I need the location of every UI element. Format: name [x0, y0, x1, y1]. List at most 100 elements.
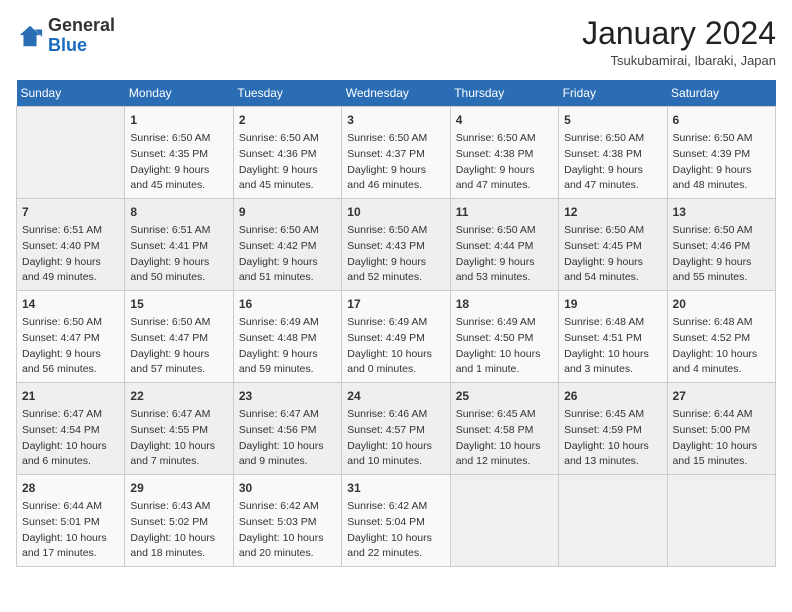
calendar-week-row: 21Sunrise: 6:47 AMSunset: 4:54 PMDayligh… — [17, 383, 776, 475]
sunset-text: Sunset: 5:02 PM — [130, 515, 227, 531]
calendar-cell: 3Sunrise: 6:50 AMSunset: 4:37 PMDaylight… — [342, 107, 450, 199]
day-number: 29 — [130, 479, 227, 497]
sunrise-text: Sunrise: 6:47 AM — [22, 407, 119, 423]
day-number: 17 — [347, 295, 444, 313]
sunrise-text: Sunrise: 6:50 AM — [239, 223, 336, 239]
daylight-text: Daylight: 10 hours and 15 minutes. — [673, 439, 770, 471]
sunset-text: Sunset: 4:44 PM — [456, 239, 553, 255]
day-number: 30 — [239, 479, 336, 497]
daylight-text: Daylight: 9 hours and 59 minutes. — [239, 347, 336, 379]
sunrise-text: Sunrise: 6:50 AM — [22, 315, 119, 331]
day-number: 10 — [347, 203, 444, 221]
calendar-cell: 28 Sunrise: 6:44 AMSunset: 5:01 PMDayligh… — [17, 475, 125, 567]
daylight-text: Daylight: 10 hours and 12 minutes. — [456, 439, 553, 471]
header-cell-sunday: Sunday — [17, 80, 125, 107]
sunset-text: Sunset: 4:49 PM — [347, 331, 444, 347]
calendar-cell: 20Sunrise: 6:48 AMSunset: 4:52 PMDayligh… — [667, 291, 775, 383]
sunrise-text: Sunrise: 6:50 AM — [239, 131, 336, 147]
calendar-header-row: SundayMondayTuesdayWednesdayThursdayFrid… — [17, 80, 776, 107]
calendar-cell: 7Sunrise: 6:51 AMSunset: 4:40 PMDaylight… — [17, 199, 125, 291]
sunset-text: Sunset: 4:55 PM — [130, 423, 227, 439]
sunset-text: Sunset: 4:43 PM — [347, 239, 444, 255]
daylight-text: Daylight: 10 hours and 10 minutes. — [347, 439, 444, 471]
day-number: 16 — [239, 295, 336, 313]
daylight-text: Daylight: 10 hours and 22 minutes. — [347, 531, 444, 563]
daylight-text: Daylight: 10 hours and 17 minutes. — [22, 531, 119, 563]
header-cell-saturday: Saturday — [667, 80, 775, 107]
day-number: 25 — [456, 387, 553, 405]
location-subtitle: Tsukubamirai, Ibaraki, Japan — [582, 53, 776, 68]
daylight-text: Daylight: 9 hours and 47 minutes. — [564, 163, 661, 195]
calendar-cell: 14Sunrise: 6:50 AMSunset: 4:47 PMDayligh… — [17, 291, 125, 383]
day-number: 15 — [130, 295, 227, 313]
sunset-text: Sunset: 4:52 PM — [673, 331, 770, 347]
header-cell-friday: Friday — [559, 80, 667, 107]
day-number: 11 — [456, 203, 553, 221]
sunrise-text: Sunrise: 6:50 AM — [130, 315, 227, 331]
day-number: 8 — [130, 203, 227, 221]
daylight-text: Daylight: 9 hours and 48 minutes. — [673, 163, 770, 195]
calendar-cell: 25Sunrise: 6:45 AMSunset: 4:58 PMDayligh… — [450, 383, 558, 475]
sunrise-text: Sunrise: 6:47 AM — [239, 407, 336, 423]
day-number: 31 — [347, 479, 444, 497]
month-year-title: January 2024 — [582, 16, 776, 51]
daylight-text: Daylight: 9 hours and 54 minutes. — [564, 255, 661, 287]
sunrise-text: Sunrise: 6:50 AM — [347, 223, 444, 239]
sunset-text: Sunset: 4:46 PM — [673, 239, 770, 255]
sunset-text: Sunset: 4:51 PM — [564, 331, 661, 347]
daylight-text: Daylight: 9 hours and 50 minutes. — [130, 255, 227, 287]
calendar-week-row: 7Sunrise: 6:51 AMSunset: 4:40 PMDaylight… — [17, 199, 776, 291]
day-number: 14 — [22, 295, 119, 313]
sunrise-text: Sunrise: 6:48 AM — [564, 315, 661, 331]
day-number: 28 — [22, 479, 119, 497]
calendar-cell: 31Sunrise: 6:42 AMSunset: 5:04 PMDayligh… — [342, 475, 450, 567]
sunrise-text: Sunrise: 6:42 AM — [239, 499, 336, 515]
calendar-cell: 19Sunrise: 6:48 AMSunset: 4:51 PMDayligh… — [559, 291, 667, 383]
sunset-text: Sunset: 4:54 PM — [22, 423, 119, 439]
calendar-cell: 30Sunrise: 6:42 AMSunset: 5:03 PMDayligh… — [233, 475, 341, 567]
calendar-cell: 17Sunrise: 6:49 AMSunset: 4:49 PMDayligh… — [342, 291, 450, 383]
sunset-text: Sunset: 4:41 PM — [130, 239, 227, 255]
calendar-cell — [559, 475, 667, 567]
calendar-week-row: 28Sunrise: 6:44 AMSunset: 5:01 PMDayligh… — [17, 475, 776, 567]
calendar-cell: 24Sunrise: 6:46 AMSunset: 4:57 PMDayligh… — [342, 383, 450, 475]
calendar-cell: 23Sunrise: 6:47 AMSunset: 4:56 PMDayligh… — [233, 383, 341, 475]
logo-general-text: General — [48, 15, 115, 35]
sunrise-text: Sunrise: 6:45 AM — [564, 407, 661, 423]
calendar-cell — [667, 475, 775, 567]
sunset-text: Sunset: 4:36 PM — [239, 147, 336, 163]
sunrise-text: Sunrise: 6:50 AM — [456, 223, 553, 239]
calendar-cell: 10Sunrise: 6:50 AMSunset: 4:43 PMDayligh… — [342, 199, 450, 291]
sunrise-text: Sunrise: 6:50 AM — [456, 131, 553, 147]
sunrise-text: Sunrise: 6:51 AM — [22, 223, 119, 239]
daylight-text: Daylight: 10 hours and 9 minutes. — [239, 439, 336, 471]
sunrise-text: Sunrise: 6:50 AM — [673, 131, 770, 147]
sunset-text: Sunset: 5:01 PM — [22, 515, 119, 531]
day-number: 18 — [456, 295, 553, 313]
calendar-cell: 4Sunrise: 6:50 AMSunset: 4:38 PMDaylight… — [450, 107, 558, 199]
sunset-text: Sunset: 4:35 PM — [130, 147, 227, 163]
daylight-text: Daylight: 10 hours and 13 minutes. — [564, 439, 661, 471]
calendar-cell: 1Sunrise: 6:50 AMSunset: 4:35 PMDaylight… — [125, 107, 233, 199]
day-number: 5 — [564, 111, 661, 129]
day-number: 13 — [673, 203, 770, 221]
sunrise-text: Sunrise: 6:44 AM — [22, 499, 119, 515]
header-cell-monday: Monday — [125, 80, 233, 107]
calendar-cell: 8Sunrise: 6:51 AMSunset: 4:41 PMDaylight… — [125, 199, 233, 291]
sunrise-text: Sunrise: 6:50 AM — [347, 131, 444, 147]
day-number: 6 — [673, 111, 770, 129]
day-number: 7 — [22, 203, 119, 221]
daylight-text: Daylight: 9 hours and 55 minutes. — [673, 255, 770, 287]
daylight-text: Daylight: 9 hours and 45 minutes. — [239, 163, 336, 195]
daylight-text: Daylight: 10 hours and 20 minutes. — [239, 531, 336, 563]
day-number: 27 — [673, 387, 770, 405]
sunset-text: Sunset: 4:38 PM — [564, 147, 661, 163]
logo-blue-text: Blue — [48, 35, 87, 55]
logo-icon — [16, 22, 44, 50]
sunrise-text: Sunrise: 6:49 AM — [239, 315, 336, 331]
sunrise-text: Sunrise: 6:49 AM — [456, 315, 553, 331]
calendar-week-row: 1Sunrise: 6:50 AMSunset: 4:35 PMDaylight… — [17, 107, 776, 199]
daylight-text: Daylight: 9 hours and 53 minutes. — [456, 255, 553, 287]
day-number: 24 — [347, 387, 444, 405]
sunrise-text: Sunrise: 6:43 AM — [130, 499, 227, 515]
